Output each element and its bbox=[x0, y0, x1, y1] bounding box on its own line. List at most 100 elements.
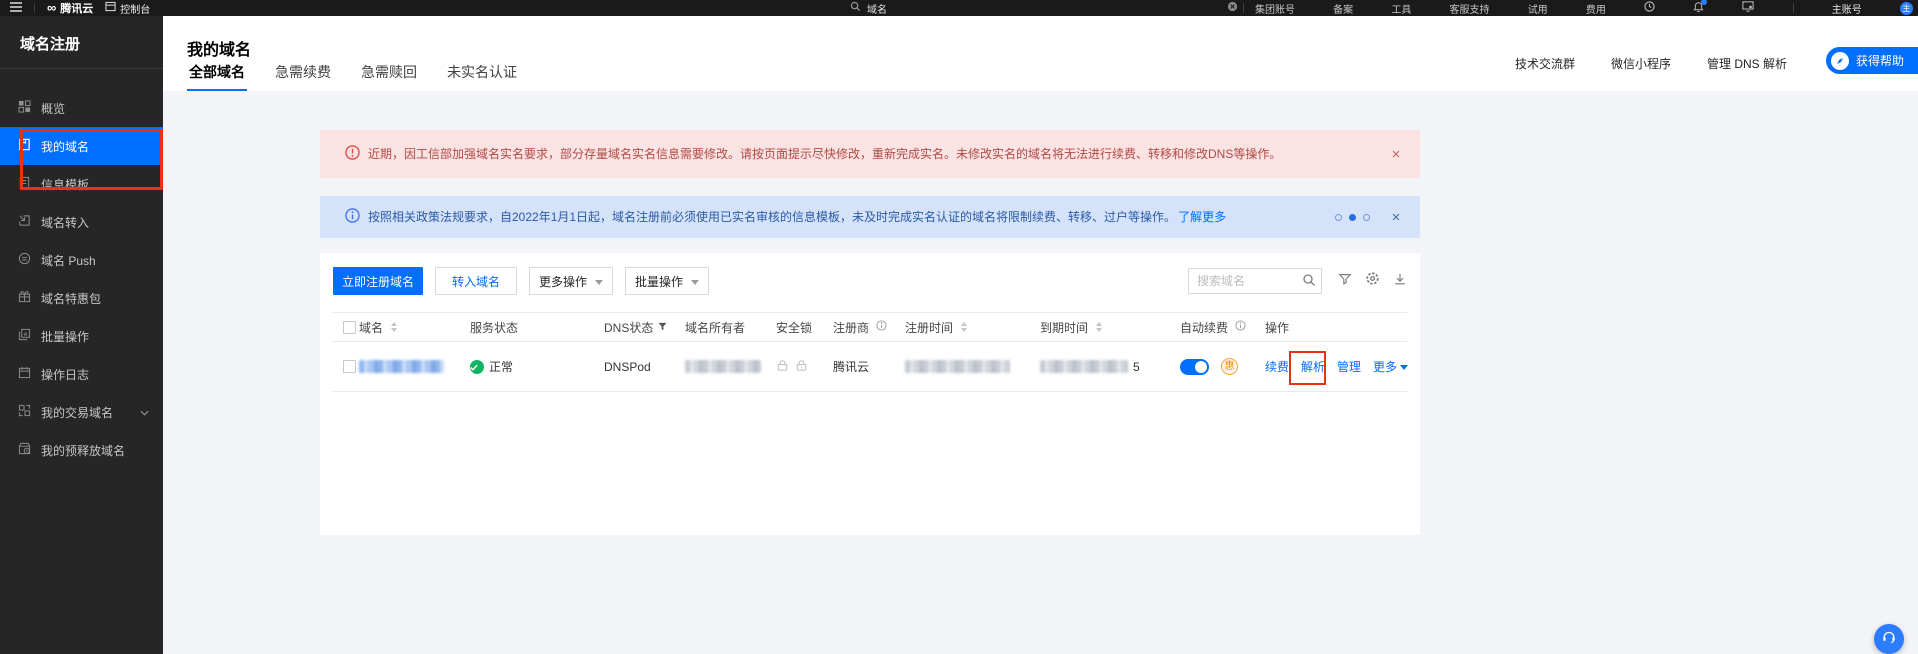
carousel-dot-active[interactable] bbox=[1349, 214, 1356, 221]
sort-icon[interactable] bbox=[1096, 322, 1102, 332]
more-actions-dropdown[interactable]: 更多操作 bbox=[529, 267, 613, 295]
calendar-icon bbox=[18, 366, 31, 382]
sidebar-item-domain-push[interactable]: 域名 Push bbox=[0, 241, 163, 279]
sidebar-item-prerelease-domains[interactable]: 我的预释放域名 bbox=[0, 431, 163, 469]
sort-icon[interactable] bbox=[391, 322, 397, 332]
get-help-button[interactable]: 获得帮助 bbox=[1826, 47, 1918, 74]
sidebar-item-operation-log[interactable]: 操作日志 bbox=[0, 355, 163, 393]
col-service-status: 服务状态 bbox=[470, 313, 518, 341]
transfer-lock-icon[interactable] bbox=[795, 359, 808, 375]
tech-group-link[interactable]: 技术交流群 bbox=[1515, 55, 1575, 72]
more-link[interactable]: 更多 bbox=[1373, 358, 1408, 375]
expiry-suffix: 5 bbox=[1133, 360, 1140, 374]
sidebar-divider bbox=[0, 68, 163, 69]
transfer-in-button[interactable]: 转入域名 bbox=[435, 267, 517, 295]
col-expiry-time[interactable]: 到期时间 bbox=[1040, 313, 1102, 341]
sidebar-item-batch-operations[interactable]: 批量操作 bbox=[0, 317, 163, 355]
topbar-tools[interactable]: 工具 bbox=[1391, 1, 1411, 16]
owner-redacted bbox=[685, 342, 761, 391]
main-account-label[interactable]: 主账号 bbox=[1832, 1, 1862, 16]
resolve-link[interactable]: 解析 bbox=[1301, 358, 1325, 375]
col-registration-time[interactable]: 注册时间 bbox=[905, 313, 967, 341]
close-icon[interactable]: × bbox=[1388, 209, 1404, 226]
sidebar-item-domain-package[interactable]: 域名特惠包 bbox=[0, 279, 163, 317]
download-icon[interactable] bbox=[1393, 272, 1407, 291]
grid-icon bbox=[18, 100, 31, 116]
tab-redeem-urgent[interactable]: 急需赎回 bbox=[359, 62, 419, 91]
row-checkbox[interactable] bbox=[343, 342, 356, 391]
check-circle-icon bbox=[470, 360, 484, 374]
expiry-time-redacted: 5 bbox=[1040, 342, 1140, 391]
tab-renew-urgent[interactable]: 急需续费 bbox=[273, 62, 333, 91]
renew-link[interactable]: 续费 bbox=[1265, 358, 1289, 375]
console-settings-icon[interactable] bbox=[1742, 1, 1754, 15]
info-circle-icon[interactable] bbox=[876, 320, 887, 334]
manage-link[interactable]: 管理 bbox=[1337, 358, 1361, 375]
wechat-miniapp-link[interactable]: 微信小程序 bbox=[1611, 55, 1671, 72]
console-link[interactable]: 控制台 bbox=[105, 1, 150, 16]
auto-renew-cell: 惠 bbox=[1180, 342, 1238, 391]
search-icon bbox=[850, 1, 861, 15]
global-search[interactable]: 域名 bbox=[850, 0, 1238, 16]
global-search-value[interactable]: 域名 bbox=[867, 1, 887, 16]
caret-down-icon bbox=[691, 280, 699, 289]
chat-support-fab[interactable] bbox=[1874, 624, 1904, 654]
security-locks bbox=[776, 342, 808, 391]
trade-squares-icon bbox=[18, 404, 31, 420]
filter-funnel-icon[interactable] bbox=[658, 320, 667, 334]
column-settings-gear-icon[interactable] bbox=[1365, 271, 1380, 291]
logo-icon: ∞ bbox=[47, 3, 56, 13]
logo-text: 腾讯云 bbox=[60, 0, 93, 16]
service-status: 正常 bbox=[470, 342, 513, 391]
register-domain-button[interactable]: 立即注册域名 bbox=[333, 267, 423, 295]
topbar-icp[interactable]: 备案 bbox=[1333, 1, 1353, 16]
batch-actions-dropdown[interactable]: 批量操作 bbox=[625, 267, 709, 295]
col-dns-status[interactable]: DNS状态 bbox=[604, 313, 667, 341]
support-circle-icon[interactable] bbox=[1644, 1, 1655, 15]
select-all-checkbox[interactable] bbox=[343, 313, 356, 341]
sidebar-item-info-template[interactable]: 信息模板 bbox=[0, 165, 163, 203]
col-owner: 域名所有者 bbox=[685, 313, 745, 341]
clear-search-icon[interactable] bbox=[1227, 1, 1238, 15]
caret-down-icon bbox=[1400, 365, 1408, 374]
lock-icon[interactable] bbox=[776, 359, 789, 375]
sort-icon[interactable] bbox=[961, 322, 967, 332]
topbar-group-account[interactable]: 集团账号 bbox=[1255, 1, 1295, 16]
info-circle-icon[interactable] bbox=[1235, 320, 1246, 334]
console-icon bbox=[105, 1, 116, 15]
topbar-billing[interactable]: 费用 bbox=[1586, 1, 1606, 16]
discount-badge[interactable]: 惠 bbox=[1221, 358, 1238, 375]
filter-funnel-icon[interactable] bbox=[1338, 272, 1352, 291]
col-registrar[interactable]: 注册商 bbox=[833, 313, 887, 341]
tab-all-domains[interactable]: 全部域名 bbox=[187, 62, 247, 91]
user-avatar[interactable]: 主 bbox=[1900, 2, 1913, 15]
col-auto-renew[interactable]: 自动续费 bbox=[1180, 313, 1246, 341]
sidebar-item-trade-domains[interactable]: 我的交易域名 bbox=[0, 393, 163, 431]
exclamation-circle-icon bbox=[345, 145, 360, 163]
notifications-bell-icon[interactable] bbox=[1693, 1, 1704, 16]
close-icon[interactable]: × bbox=[1388, 146, 1404, 163]
search-icon[interactable] bbox=[1302, 273, 1316, 292]
tencent-cloud-logo[interactable]: ∞ 腾讯云 bbox=[47, 0, 93, 16]
sidebar-item-domain-transfer-in[interactable]: 域名转入 bbox=[0, 203, 163, 241]
manage-dns-link[interactable]: 管理 DNS 解析 bbox=[1707, 55, 1787, 72]
col-domain[interactable]: 域名 bbox=[359, 313, 397, 341]
topbar-support[interactable]: 客服支持 bbox=[1450, 1, 1490, 16]
carousel-dot[interactable] bbox=[1335, 214, 1342, 221]
dns-status: DNSPod bbox=[604, 342, 651, 391]
hamburger-menu-icon[interactable] bbox=[10, 2, 22, 15]
sidebar-item-overview[interactable]: 概览 bbox=[0, 89, 163, 127]
sidebar-item-my-domains[interactable]: 我的域名 bbox=[0, 127, 163, 165]
auto-renew-toggle-on[interactable] bbox=[1180, 359, 1209, 375]
domain-name-redacted[interactable] bbox=[359, 342, 444, 391]
topbar-divider bbox=[1243, 3, 1244, 13]
caret-down-icon bbox=[595, 280, 603, 289]
page-header: 我的域名 技术交流群 微信小程序 管理 DNS 解析 获得帮助 全部域名 急需续… bbox=[163, 16, 1918, 91]
tab-bar: 全部域名 急需续费 急需赎回 未实名认证 bbox=[187, 62, 519, 91]
tab-not-verified[interactable]: 未实名认证 bbox=[445, 62, 519, 91]
sidebar: 域名注册 概览 我的域名 信息模板 域名转入 域名 Push bbox=[0, 16, 163, 654]
learn-more-link[interactable]: 了解更多 bbox=[1178, 210, 1226, 224]
carousel-dot[interactable] bbox=[1363, 214, 1370, 221]
topbar-trial[interactable]: 试用 bbox=[1528, 1, 1548, 16]
table-row: 正常 DNSPod 腾讯云 5 惠 续 bbox=[333, 342, 1407, 392]
